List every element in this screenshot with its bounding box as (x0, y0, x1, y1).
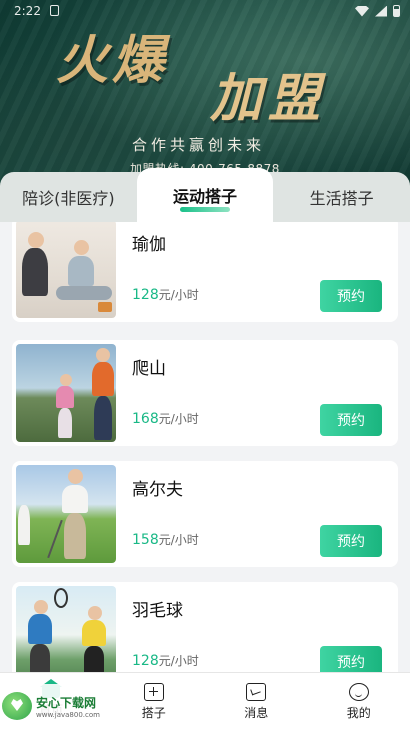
golf-photo (16, 465, 116, 563)
plus-square-icon (143, 682, 164, 701)
price-unit: 元/小时 (158, 654, 199, 668)
book-button[interactable]: 预约 (320, 525, 382, 557)
banner-title-hot: 火爆 (56, 30, 169, 91)
smile-icon (348, 682, 369, 701)
status-bar: 2:22 (0, 0, 410, 24)
card-price: 158元/小时 (132, 531, 199, 548)
battery-icon (393, 5, 400, 17)
price-value: 128 (132, 287, 159, 303)
service-card-hiking[interactable]: 爬山 168元/小时 预约 (12, 340, 398, 446)
active-tab-indicator (180, 207, 230, 212)
service-card-yoga[interactable]: 瑜伽 128元/小时 预约 (12, 222, 398, 322)
notification-icon (50, 5, 59, 16)
price-unit: 元/小时 (158, 288, 199, 302)
service-card-badminton[interactable]: 羽毛球 128元/小时 预约 (12, 582, 398, 672)
tab-life-buddy[interactable]: 生活搭子 (273, 172, 410, 222)
card-price: 128元/小时 (132, 286, 199, 303)
site-watermark: 安心下载网 www.java800.com (2, 684, 114, 728)
status-indicators (355, 5, 400, 17)
book-button[interactable]: 预约 (320, 404, 382, 436)
service-card-golf[interactable]: 高尔夫 158元/小时 预约 (12, 461, 398, 567)
category-tabs: 陪诊(非医疗) 运动搭子 生活搭子 (0, 168, 410, 222)
yoga-photo (16, 222, 116, 318)
card-price: 128元/小时 (132, 652, 199, 669)
book-button[interactable]: 预约 (320, 646, 382, 672)
price-value: 158 (132, 532, 159, 548)
message-icon (246, 682, 267, 701)
nav-label: 搭子 (141, 705, 166, 720)
card-title: 高尔夫 (132, 480, 183, 500)
service-list[interactable]: 瑜伽 128元/小时 预约 爬山 168元/小时 预约 高尔夫 158元/小时 … (0, 222, 410, 672)
hiking-photo (16, 344, 116, 442)
tab-sports-buddy[interactable]: 运动搭子 (136, 168, 274, 222)
price-unit: 元/小时 (158, 412, 199, 426)
status-time: 2:22 (14, 4, 41, 18)
card-title: 羽毛球 (132, 601, 183, 621)
banner-title-join: 加盟 (210, 68, 327, 129)
heart-logo-icon (2, 692, 32, 720)
banner-slogan: 合作共赢创未来 (132, 136, 266, 154)
tab-label: 运动搭子 (173, 187, 238, 206)
nav-label: 消息 (244, 705, 269, 720)
signal-icon (375, 5, 387, 17)
nav-messages[interactable]: 消息 (205, 673, 308, 730)
nav-buddy[interactable]: 搭子 (103, 673, 206, 730)
watermark-url: www.java800.com (36, 710, 100, 719)
price-value: 128 (132, 653, 159, 669)
card-title: 爬山 (132, 359, 166, 379)
wifi-icon (355, 5, 369, 17)
card-price: 168元/小时 (132, 410, 199, 427)
tab-escort[interactable]: 陪诊(非医疗) (0, 172, 137, 222)
tab-label: 陪诊(非医疗) (22, 189, 115, 208)
nav-me[interactable]: 我的 (308, 673, 410, 730)
nav-label: 我的 (346, 705, 371, 720)
price-unit: 元/小时 (158, 533, 199, 547)
badminton-photo (16, 586, 116, 672)
watermark-name: 安心下载网 (36, 695, 97, 710)
book-button[interactable]: 预约 (320, 280, 382, 312)
price-value: 168 (132, 411, 159, 427)
tab-label: 生活搭子 (309, 189, 374, 208)
card-title: 瑜伽 (132, 235, 166, 255)
